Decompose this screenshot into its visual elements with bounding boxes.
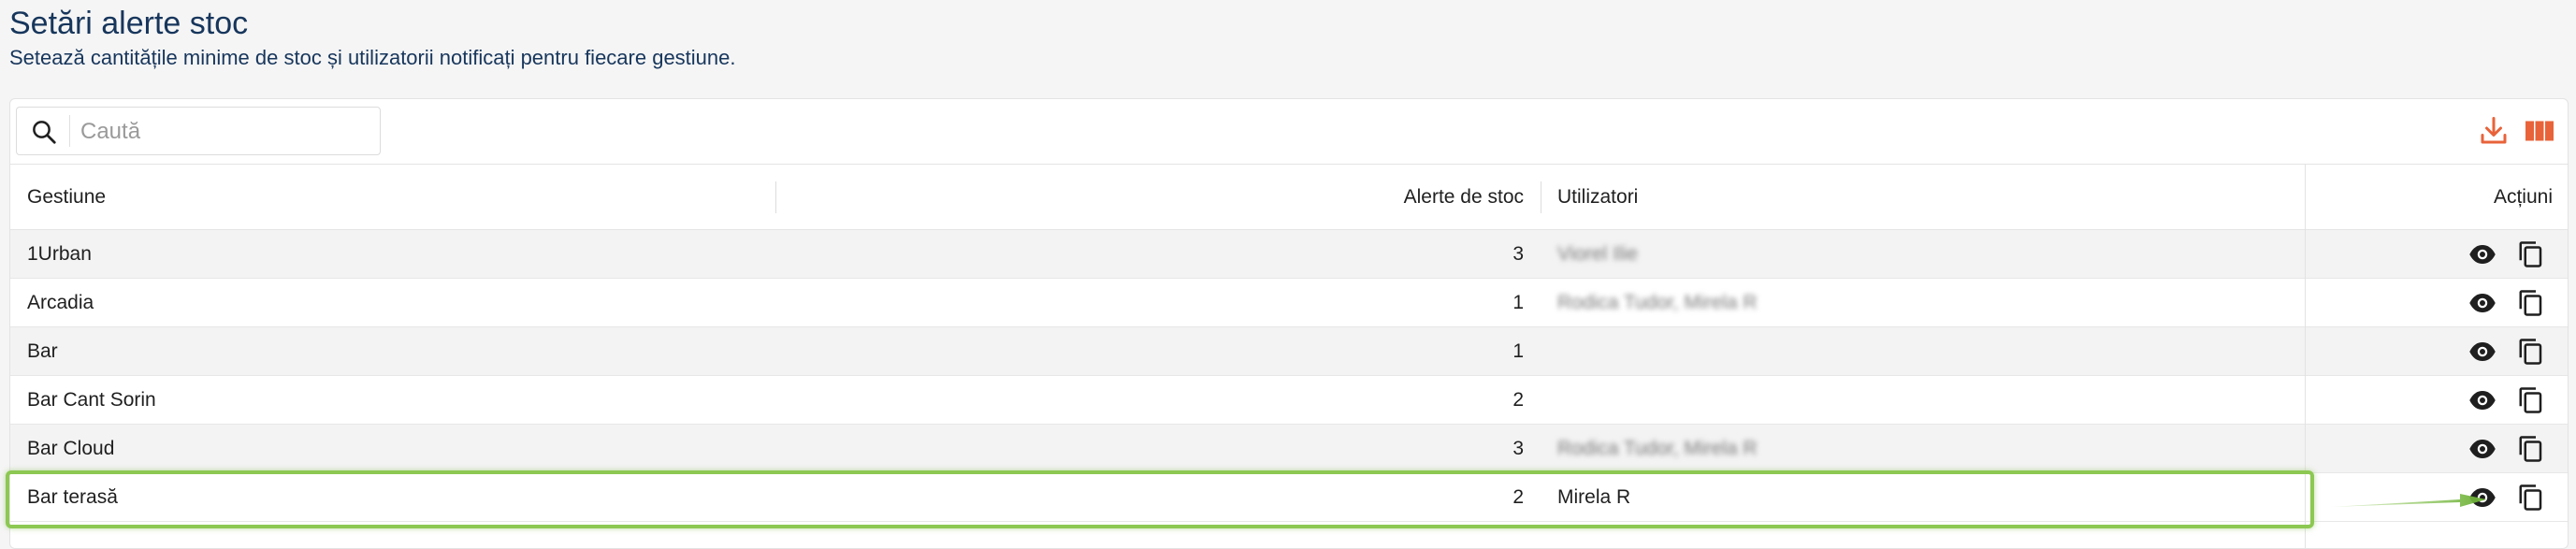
cell-gestiune: Bar (27, 340, 58, 362)
copy-icon[interactable] (2517, 435, 2545, 463)
actions-column-divider (2305, 165, 2306, 548)
cell-gestiune: 1Urban (27, 243, 92, 265)
eye-icon[interactable] (2468, 289, 2496, 317)
copy-icon[interactable] (2517, 338, 2545, 366)
search-box[interactable] (16, 107, 381, 155)
cell-utilizatori: Rodica Tudor, Mirela R (1557, 438, 1758, 459)
copy-icon[interactable] (2517, 289, 2545, 317)
column-header-alerte[interactable]: Alerte de stoc (1320, 165, 1524, 229)
cell-gestiune: Arcadia (27, 292, 94, 313)
cell-utilizatori: Viorel Ilie (1557, 243, 1638, 265)
stock-alerts-table-card: Gestiune Alerte de stoc Utilizatori Acți… (9, 98, 2569, 549)
search-divider (69, 115, 70, 147)
eye-icon[interactable] (2468, 240, 2496, 268)
columns-button[interactable] (2523, 114, 2556, 148)
download-button[interactable] (2477, 114, 2511, 148)
table-row[interactable]: Bar 1 (10, 327, 2568, 376)
cell-alerte: 3 (1512, 243, 1524, 265)
eye-icon[interactable] (2468, 435, 2496, 463)
cell-gestiune: Bar terasă (27, 486, 118, 508)
column-header-utilizatori[interactable]: Utilizatori (1557, 165, 1638, 229)
cell-gestiune: Bar Cant Sorin (27, 389, 156, 411)
table-row[interactable]: 1Urban 3 Viorel Ilie (10, 230, 2568, 279)
cell-alerte: 2 (1512, 389, 1524, 411)
page-subtitle: Setează cantitățile minime de stoc și ut… (9, 46, 736, 69)
cell-utilizatori: Mirela R (1557, 486, 1631, 508)
page-title: Setări alerte stoc (9, 6, 249, 41)
cell-alerte: 1 (1512, 340, 1524, 362)
eye-icon[interactable] (2468, 386, 2496, 414)
eye-icon[interactable] (2468, 484, 2496, 512)
cell-utilizatori (1557, 376, 1773, 424)
search-icon (33, 121, 56, 144)
eye-icon[interactable] (2468, 338, 2496, 366)
cell-alerte: 1 (1512, 292, 1524, 313)
table-row[interactable]: Arcadia 1 Rodica Tudor, Mirela R (10, 279, 2568, 327)
cell-alerte: 2 (1512, 486, 1524, 508)
table-row[interactable]: Bar terasă 2 Mirela R (10, 473, 2568, 522)
columns-icon (2525, 121, 2554, 141)
table-row[interactable]: Bar Cloud 3 Rodica Tudor, Mirela R (10, 425, 2568, 473)
column-header-gestiune[interactable]: Gestiune (27, 165, 106, 229)
copy-icon[interactable] (2517, 484, 2545, 512)
table-header: Gestiune Alerte de stoc Utilizatori Acți… (10, 165, 2568, 230)
download-icon (2481, 117, 2507, 144)
cell-gestiune: Bar Cloud (27, 438, 115, 459)
table-toolbar (10, 99, 2568, 165)
table-row[interactable]: Bar Cant Sorin 2 (10, 376, 2568, 425)
copy-icon[interactable] (2517, 240, 2545, 268)
copy-icon[interactable] (2517, 386, 2545, 414)
cell-alerte: 3 (1512, 438, 1524, 459)
column-header-actiuni: Acțiuni (2493, 186, 2553, 208)
search-input[interactable] (79, 113, 372, 151)
column-resize-handle[interactable] (775, 181, 776, 213)
cell-utilizatori (1557, 327, 1773, 375)
cell-utilizatori: Rodica Tudor, Mirela R (1557, 292, 1758, 313)
